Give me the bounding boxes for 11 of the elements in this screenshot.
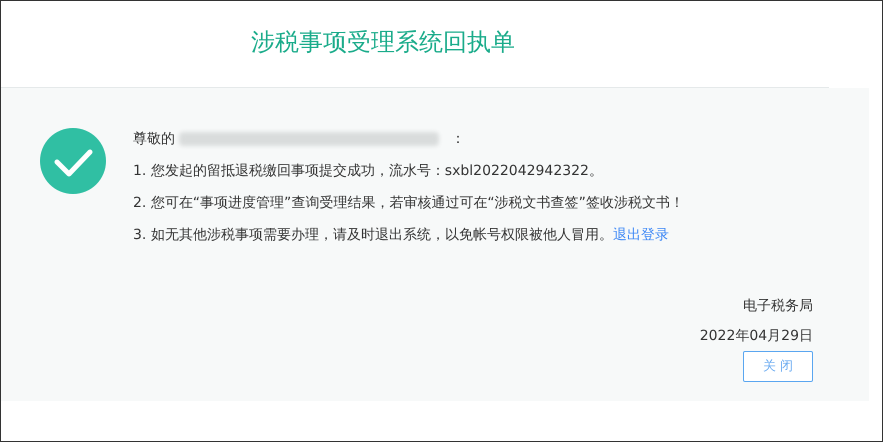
greeting-colon: ： bbox=[451, 130, 465, 148]
check-icon bbox=[40, 128, 106, 194]
greeting-text: 尊敬的 bbox=[133, 130, 175, 148]
notice-text: 2. 您可在“事项进度管理”查询受理结果，若审核通过可在“涉税文书查签”签收涉税文书！ bbox=[133, 194, 684, 212]
notice-text: 3. 如无其他涉税事项需要办理，请及时退出系统，以免帐号权限被他人冒用。 bbox=[133, 226, 613, 244]
logout-link[interactable]: 退出登录 bbox=[612, 224, 669, 246]
signature-text: 电子税务局 bbox=[743, 297, 813, 316]
notice-text: 1. 您发起的留抵退税缴回事项提交成功，流水号：sxbl2022042942322。 bbox=[133, 162, 603, 180]
dialog-title: 涉税事项受理系统回执单 bbox=[251, 27, 515, 58]
close-button[interactable]: 关 闭 bbox=[743, 351, 813, 382]
date-text: 2022年04月29日 bbox=[700, 327, 813, 346]
